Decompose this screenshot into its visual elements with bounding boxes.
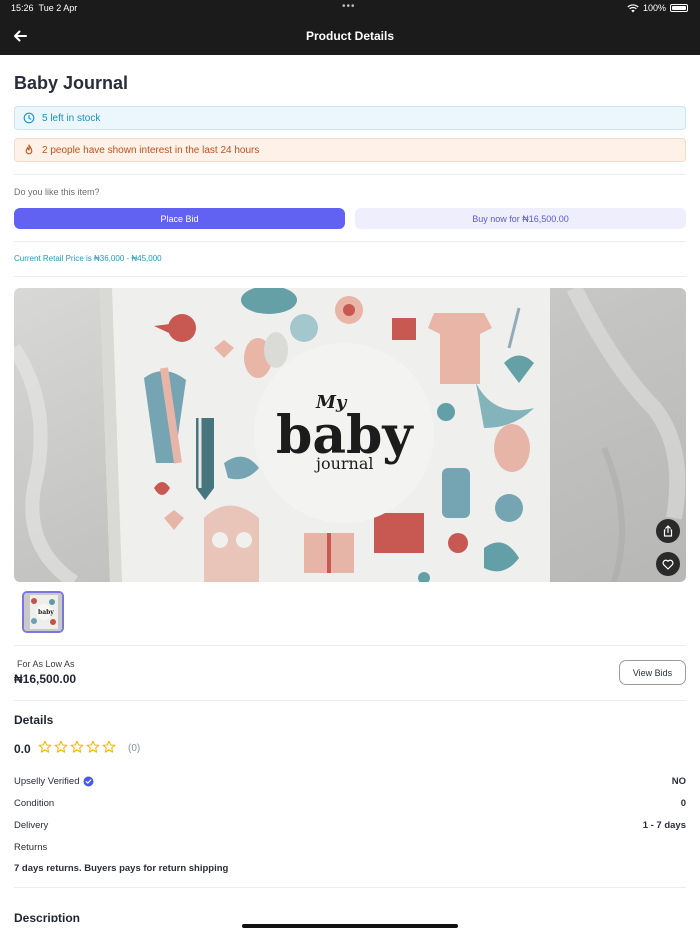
status-time-text: 15:26 — [11, 3, 34, 13]
status-right: 100% — [627, 3, 688, 13]
view-bids-button[interactable]: View Bids — [619, 660, 686, 685]
wifi-icon — [627, 3, 639, 12]
verified-label: Upselly Verified — [14, 776, 94, 787]
top-bar: 15:26 Tue 2 Apr ••• 100% Product Details — [0, 0, 700, 55]
star-icon[interactable] — [38, 740, 52, 754]
home-indicator[interactable] — [242, 924, 458, 928]
divider — [14, 645, 686, 646]
delivery-label: Delivery — [14, 820, 49, 831]
divider — [14, 700, 686, 701]
thumb-cover-text: baby — [38, 609, 54, 616]
like-question: Do you like this item? — [14, 187, 100, 197]
star-icon[interactable] — [86, 740, 100, 754]
stock-notice-text: 5 left in stock — [42, 112, 101, 124]
multitask-dots-icon[interactable]: ••• — [342, 1, 356, 12]
favorite-button[interactable] — [656, 552, 680, 576]
low-price-label: For As Low As — [17, 659, 75, 669]
battery-percent: 100% — [642, 3, 666, 13]
heart-icon — [662, 559, 674, 570]
description-heading: Description — [14, 911, 81, 922]
star-icon[interactable] — [54, 740, 68, 754]
status-date-text: Tue 2 Apr — [38, 3, 78, 13]
details-heading: Details — [14, 713, 54, 727]
retail-price-text: Current Retail Price is ₦36,000 - ₦45,00… — [14, 254, 162, 263]
place-bid-button[interactable]: Place Bid — [14, 208, 345, 229]
product-title: Baby Journal — [14, 73, 129, 93]
verified-badge-icon — [83, 776, 94, 787]
star-rating — [38, 740, 116, 754]
delivery-value: 1 - 7 days — [642, 820, 686, 831]
divider — [14, 241, 686, 242]
condition-label: Condition — [14, 798, 55, 809]
rating-value: 0.0 — [14, 742, 31, 756]
image-thumbnail[interactable]: baby — [22, 591, 64, 633]
interest-notice-text: 2 people have shown interest in the last… — [42, 144, 260, 156]
status-time: 15:26 Tue 2 Apr — [11, 3, 77, 13]
buy-now-button[interactable]: Buy now for ₦16,500.00 — [355, 208, 686, 229]
verified-value: NO — [671, 776, 686, 787]
stock-notice: 5 left in stock — [14, 106, 686, 130]
returns-label: Returns — [14, 842, 48, 853]
divider — [14, 276, 686, 277]
condition-value: 0 — [680, 798, 686, 809]
battery-icon — [670, 4, 688, 12]
low-price-value: ₦16,500.00 — [14, 672, 77, 686]
verified-label-text: Upselly Verified — [14, 776, 80, 787]
star-icon[interactable] — [70, 740, 84, 754]
cover-title-journal: journal — [314, 454, 374, 473]
flame-icon — [23, 144, 35, 156]
rating-count: (0) — [128, 743, 141, 754]
share-button[interactable] — [656, 519, 680, 543]
returns-policy-text: 7 days returns. Buyers pays for return s… — [14, 863, 229, 874]
divider — [14, 887, 686, 888]
interest-notice: 2 people have shown interest in the last… — [14, 138, 686, 162]
clock-icon — [23, 112, 35, 124]
share-icon — [663, 525, 673, 537]
page-title: Product Details — [305, 29, 395, 43]
star-icon[interactable] — [102, 740, 116, 754]
product-image[interactable]: My baby journal — [14, 288, 686, 582]
divider — [14, 174, 686, 175]
